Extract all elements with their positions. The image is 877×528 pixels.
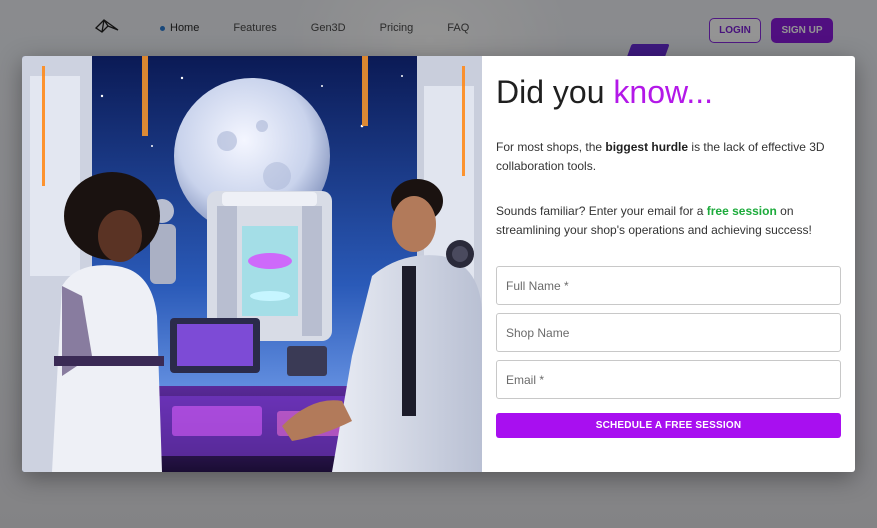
full-name-input[interactable]: Full Name * <box>496 266 841 305</box>
sci-fi-lab-icon <box>22 56 482 472</box>
shop-name-input[interactable]: Shop Name <box>496 313 841 352</box>
intro-text: For most shops, the <box>496 140 606 154</box>
schedule-session-button[interactable]: SCHEDULE A FREE SESSION <box>496 413 841 438</box>
offer-highlight-text: free session <box>706 204 777 218</box>
offer-text: Sounds familiar? Enter your email for a <box>496 204 707 218</box>
modal-title: Did you know... <box>496 72 841 112</box>
modal-content: Did you know... For most shops, the bigg… <box>482 56 855 472</box>
modal-illustration <box>22 56 482 472</box>
title-accent-text: know... <box>613 74 713 110</box>
intro-paragraph: For most shops, the biggest hurdle is th… <box>496 138 841 176</box>
email-input[interactable]: Email * <box>496 360 841 399</box>
title-text: Did you <box>496 74 614 110</box>
signup-modal: Did you know... For most shops, the bigg… <box>22 56 855 472</box>
offer-paragraph: Sounds familiar? Enter your email for a … <box>496 202 841 240</box>
intro-bold-text: biggest hurdle <box>605 140 689 154</box>
